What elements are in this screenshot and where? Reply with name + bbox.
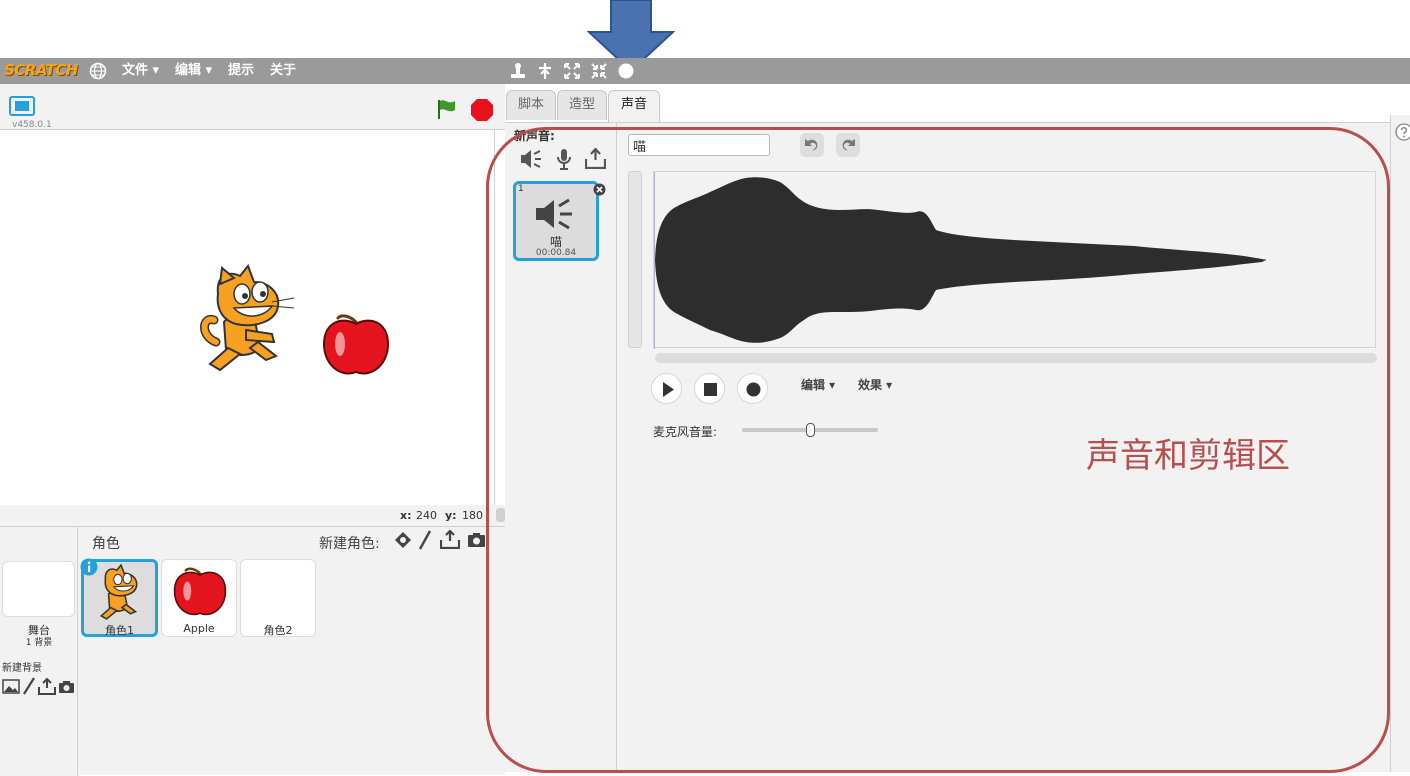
help-tool-icon[interactable] — [617, 62, 635, 80]
new-sound-label: 新声音: — [514, 129, 555, 143]
effects-menu[interactable]: 效果 ▾ — [858, 376, 892, 393]
waveform-area[interactable] — [653, 171, 1376, 349]
edit-menu[interactable]: 编辑 ▾ — [801, 376, 835, 393]
menu-about[interactable]: 关于 — [270, 62, 296, 80]
record-sound-icon[interactable] — [556, 148, 572, 170]
upload-sound-icon[interactable] — [585, 148, 606, 169]
backdrop-library-icon[interactable] — [2, 679, 20, 694]
sound-item-index: 1 — [518, 184, 524, 194]
redo-icon[interactable] — [836, 133, 860, 157]
stage-thumbnail[interactable] — [2, 561, 75, 617]
mic-volume-slider[interactable] — [742, 423, 878, 437]
upload-sprite-icon[interactable] — [440, 530, 460, 549]
new-backdrop-label: 新建背景 — [2, 663, 42, 674]
help-column — [1390, 115, 1410, 772]
collapse-stage-handle[interactable] — [496, 508, 505, 522]
menu-bar: SCRATCH 文件 ▾ 编辑 ▾ 提示 关于 — [0, 58, 1410, 84]
sound-item-duration: 00:00.84 — [535, 248, 577, 258]
annotation-label: 声音和剪辑区 — [1086, 436, 1290, 476]
scratch-logo[interactable]: SCRATCH — [4, 59, 78, 81]
stop-icon[interactable] — [470, 98, 494, 122]
waveform-scrollbar[interactable] — [655, 353, 1377, 363]
sprite-thumb-apple[interactable]: Apple — [161, 559, 237, 637]
mic-volume-label: 麦克风音量: — [653, 425, 718, 439]
tab-scripts[interactable]: 脚本 — [506, 90, 556, 120]
tab-sounds[interactable]: 声音 — [608, 90, 660, 122]
camera-backdrop-icon[interactable] — [58, 680, 75, 694]
sound-item[interactable]: 1 喵 00:00.84 — [513, 181, 599, 261]
sprite-name-sprite2: 角色2 — [263, 624, 293, 637]
apple-sprite[interactable] — [322, 310, 390, 378]
sprite-pane: 舞台 1 背景 新建背景 角色 新建角色: 角色1 Apple 角色2 — [0, 526, 505, 776]
sound-name-input[interactable] — [628, 134, 770, 156]
stop-button[interactable] — [694, 373, 725, 404]
coord-y-value: 180 — [462, 509, 483, 522]
stage-thumbnail-column: 舞台 1 背景 新建背景 — [0, 527, 78, 776]
presentation-mode-icon[interactable] — [9, 96, 35, 116]
apple-thumb-icon — [173, 567, 227, 616]
mouse-coords-bar: x: 240 y: 180 — [0, 505, 505, 526]
coord-y-label: y: — [445, 509, 457, 522]
speaker-icon — [536, 198, 572, 230]
sound-list-pane: 新声音: 1 喵 00:00.84 — [505, 122, 617, 772]
green-flag-icon[interactable] — [436, 98, 458, 120]
coord-x-label: x: — [400, 509, 412, 522]
sprite-name-cat: 角色1 — [105, 624, 134, 637]
cut-tool-icon[interactable] — [536, 62, 554, 80]
stage-backdrop-count: 1 背景 — [25, 638, 53, 648]
mic-volume-thumb[interactable] — [806, 423, 815, 437]
menu-file[interactable]: 文件 ▾ — [122, 62, 159, 80]
paint-sprite-icon[interactable] — [418, 530, 432, 550]
sprites-header: 角色 — [92, 536, 120, 552]
paint-backdrop-icon[interactable] — [22, 677, 36, 695]
delete-sound-icon[interactable] — [593, 183, 606, 196]
waveform-left-gutter — [628, 171, 642, 348]
shrink-tool-icon[interactable] — [590, 62, 608, 80]
menu-tips[interactable]: 提示 — [228, 62, 254, 80]
sprite-thumb-sprite2[interactable]: 角色2 — [240, 559, 316, 637]
undo-icon[interactable] — [800, 133, 824, 157]
coord-x-value: 240 — [416, 509, 437, 522]
upload-backdrop-icon[interactable] — [38, 678, 56, 695]
menu-edit[interactable]: 编辑 ▾ — [175, 62, 212, 80]
grow-tool-icon[interactable] — [563, 62, 581, 80]
record-button[interactable] — [737, 373, 768, 404]
version-label: v458.0.1 — [12, 120, 52, 130]
stage-canvas[interactable] — [0, 130, 495, 505]
tab-costumes[interactable]: 造型 — [557, 90, 607, 120]
waveform — [654, 172, 1266, 349]
cat-thumb-icon — [99, 564, 138, 620]
cat-sprite[interactable] — [198, 264, 298, 372]
new-sprite-label: 新建角色: — [319, 536, 380, 552]
info-icon[interactable] — [80, 558, 98, 576]
stage-header: v458.0.1 — [0, 84, 505, 130]
sprite-name-apple: Apple — [183, 622, 215, 635]
globe-icon[interactable] — [89, 62, 107, 80]
duplicate-tool-icon[interactable] — [509, 62, 527, 80]
sound-library-icon[interactable] — [519, 148, 543, 170]
play-button[interactable] — [651, 373, 682, 404]
help-icon[interactable] — [1395, 123, 1410, 141]
camera-sprite-icon[interactable] — [467, 532, 486, 548]
sprite-library-icon[interactable] — [394, 531, 412, 551]
